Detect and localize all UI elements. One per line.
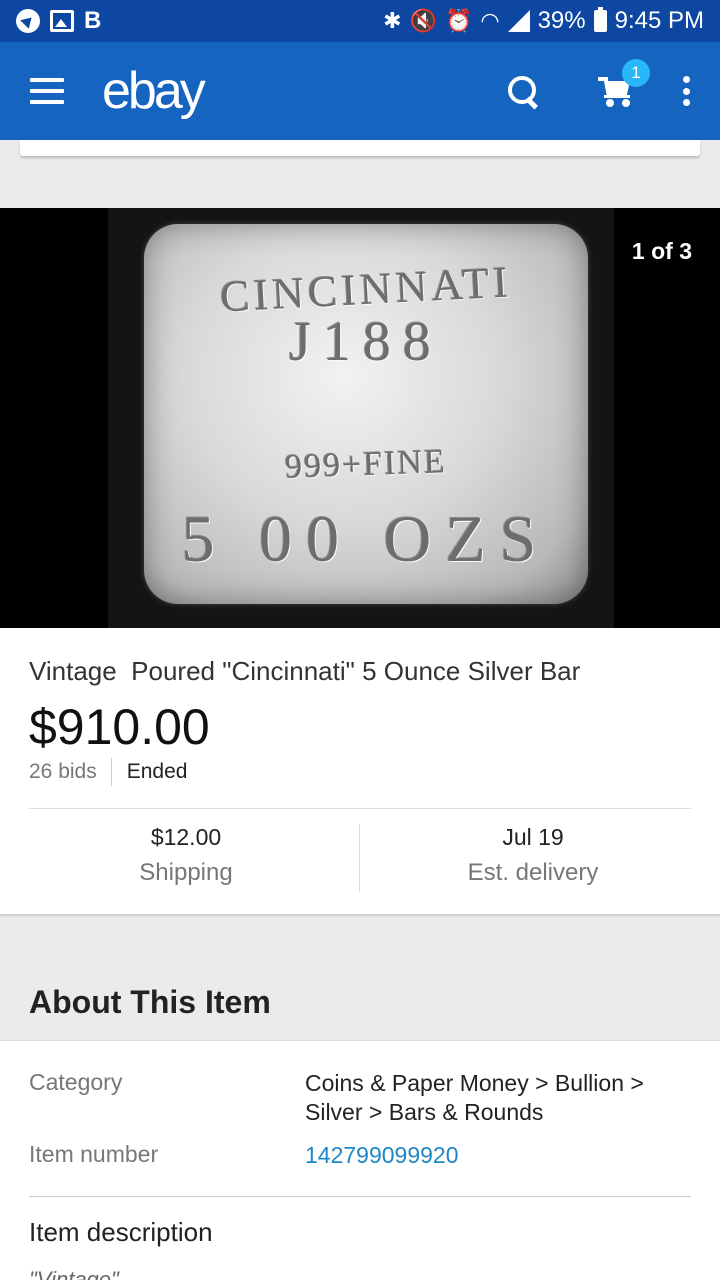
item-summary: Vintage Poured "Cincinnati" 5 Ounce Silv… [0,628,720,914]
ebay-logo[interactable]: ebay [102,61,206,121]
item-description-heading[interactable]: Item description [29,1217,213,1248]
app-bar: ebay 1 [0,42,720,140]
image-counter: 1 of 3 [617,230,706,273]
category-value[interactable]: Coins & Paper Money > Bullion > Silver >… [305,1069,685,1127]
bid-count[interactable]: 26 bids [29,760,111,784]
wifi-icon: ◠ [480,8,500,33]
engraving-line: 5 00 OZS [181,503,551,576]
item-description-preview: "Vintage" [29,1267,119,1280]
shipping-info: $12.00 Shipping [21,824,351,887]
battery-percent: 39% [537,7,586,34]
status-bar: B ✱ 🔇 ⏰ ◠ 39% 9:45 PM [0,0,720,42]
engraving-line: 999+FINE [284,443,448,486]
search-card-edge [20,140,700,156]
item-number-link[interactable]: 142799099920 [305,1141,685,1170]
gallery-icon [50,10,74,32]
delivery-label: Est. delivery [467,859,599,886]
search-icon[interactable] [506,74,540,108]
divider [29,1196,691,1197]
delivery-date: Jul 19 [502,824,564,850]
category-label: Category [29,1069,123,1095]
about-heading: About This Item [29,984,271,1020]
navigation-icon [16,9,40,33]
item-photo[interactable]: CINCINNATI J188 999+FINE 5 00 OZS [108,208,614,628]
mute-icon: 🔇 [409,8,437,33]
shipping-label: Shipping [139,859,233,886]
signal-icon [507,10,530,32]
cart-count-badge: 1 [622,59,650,87]
cart-icon[interactable]: 1 [598,59,650,109]
silver-bar-image: CINCINNATI J188 999+FINE 5 00 OZS [144,224,588,604]
clock: 9:45 PM [614,7,704,34]
about-section: Category Coins & Paper Money > Bullion >… [0,1040,720,1280]
listing-status: Ended [126,760,188,783]
bids-row: 26 bids Ended [29,758,187,786]
carrier-letter: B [84,7,102,34]
bluetooth-icon: ✱ [383,8,402,33]
item-price: $910.00 [29,699,210,755]
battery-icon [593,7,607,32]
alarm-icon: ⏰ [444,8,473,33]
divider [359,824,360,892]
menu-icon[interactable] [30,78,64,104]
image-gallery[interactable]: CINCINNATI J188 999+FINE 5 00 OZS 1 of 3 [0,208,720,628]
shipping-cost: $12.00 [150,824,222,850]
item-title: Vintage Poured "Cincinnati" 5 Ounce Silv… [29,656,581,686]
engraving-line: J188 [289,311,443,373]
delivery-info: Jul 19 Est. delivery [368,824,698,887]
item-number-label: Item number [29,1141,159,1167]
divider [29,808,691,809]
more-options-icon[interactable] [682,76,690,106]
